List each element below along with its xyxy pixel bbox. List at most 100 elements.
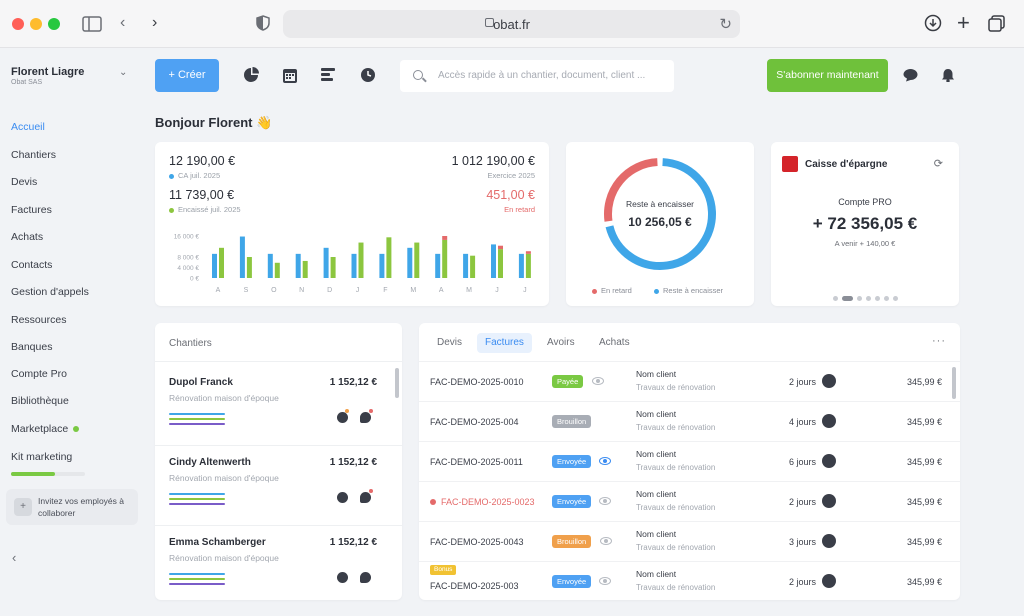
address-bar[interactable]: obat.fr ↻ (283, 10, 740, 38)
maximize-window-button[interactable] (48, 18, 60, 30)
premium-badge: Bonus (430, 565, 457, 575)
status-badge: Brouillon (552, 535, 592, 548)
invite-employees-button[interactable]: + Invitez vos employés à collaborer (6, 489, 138, 525)
tab-achats[interactable]: Achats (591, 333, 638, 353)
chantier-item[interactable]: Cindy Altenwerth 1 152,12 € Rénovation m… (155, 445, 401, 525)
new-tab-icon[interactable]: + (957, 10, 970, 36)
sidebar-item-ressources[interactable]: Ressources (11, 314, 66, 326)
carousel-pager[interactable] (771, 290, 959, 308)
tab-factures[interactable]: Factures (477, 333, 532, 353)
comment-icon[interactable] (360, 492, 371, 503)
pager-dot[interactable] (892, 296, 898, 302)
more-options-icon[interactable]: ··· (932, 335, 946, 347)
divider (155, 361, 402, 362)
invoice-number: FAC-DEMO-2025-0010 (430, 377, 524, 387)
table-row[interactable]: FAC-DEMO-2025-004 Brouillon Nom client T… (419, 401, 960, 441)
eye-icon[interactable] (600, 537, 612, 545)
sidebar-item-devis[interactable]: Devis (11, 176, 37, 188)
sidebar-item-marketplace[interactable]: Marketplace (11, 423, 80, 435)
bell-icon[interactable] (941, 68, 956, 82)
sidebar-toggle-icon[interactable] (82, 16, 102, 32)
client-name: Nom client (636, 449, 677, 459)
pager-dot[interactable] (856, 296, 862, 302)
sidebar-item-compte-pro[interactable]: Compte Pro (11, 368, 67, 380)
bank-card[interactable]: Caisse d'épargne ⟳ Compte PRO + 72 356,0… (771, 142, 959, 306)
eye-icon[interactable] (599, 577, 611, 585)
clock-icon[interactable] (360, 67, 376, 83)
sidebar-item-contacts[interactable]: Contacts (11, 259, 52, 271)
sidebar: Florent Liagre Obat SAS ⌄ Accueil Chanti… (0, 48, 148, 616)
download-icon[interactable] (924, 14, 942, 32)
minimize-window-button[interactable] (30, 18, 42, 30)
subscribe-button[interactable]: S'abonner maintenant (767, 59, 888, 92)
late-indicator (430, 499, 436, 505)
create-button[interactable]: + Créer (155, 59, 219, 92)
calendar-icon[interactable] (283, 67, 299, 83)
eye-icon[interactable] (592, 377, 604, 385)
close-window-button[interactable] (12, 18, 24, 30)
sidebar-item-banques[interactable]: Banques (11, 341, 52, 353)
clock-icon[interactable] (337, 572, 348, 583)
table-row[interactable]: Bonus FAC-DEMO-2025-003 Envoyée Nom clie… (419, 561, 960, 600)
pager-dot[interactable] (832, 296, 838, 302)
sidebar-item-gestion-appels[interactable]: Gestion d'appels (11, 286, 89, 298)
user-name[interactable]: Florent Liagre (11, 66, 84, 78)
account-name: Compte PRO (838, 197, 892, 207)
clock-icon[interactable] (337, 412, 348, 423)
tabs-overview-icon[interactable] (988, 15, 1006, 33)
bar-ca (379, 253, 385, 278)
forward-icon[interactable]: › (152, 14, 157, 32)
documents-scrollbar[interactable] (952, 367, 956, 399)
clock-icon[interactable] (337, 492, 348, 503)
avatar (822, 454, 836, 468)
avatar (822, 414, 836, 428)
chantier-name: Emma Schamberger (169, 537, 266, 548)
search-input[interactable]: Accès rapide à un chantier, document, cl… (438, 70, 645, 81)
invoice-number: FAC-DEMO-2025-0011 (430, 457, 523, 467)
bar-ca (267, 253, 273, 278)
pie-chart-icon[interactable] (243, 67, 259, 83)
y-tick-label: 4 000 € (177, 265, 199, 272)
status-badge: Payée (552, 375, 584, 388)
bar-encaisse (414, 242, 420, 278)
pager-dot[interactable] (874, 296, 880, 302)
work-description: Travaux de rénovation (636, 423, 716, 432)
chantiers-scrollbar[interactable] (395, 368, 399, 398)
work-description: Travaux de rénovation (636, 543, 716, 552)
sidebar-item-kit-marketing[interactable]: Kit marketing (11, 451, 72, 463)
table-row[interactable]: FAC-DEMO-2025-0043 Brouillon Nom client … (419, 521, 960, 561)
invoice-number: FAC-DEMO-2025-003 (430, 581, 519, 591)
sidebar-item-factures[interactable]: Factures (11, 204, 52, 216)
tab-avoirs[interactable]: Avoirs (539, 333, 583, 353)
reload-icon[interactable]: ↻ (719, 15, 732, 33)
eye-icon[interactable] (599, 497, 611, 505)
comment-icon[interactable] (360, 572, 371, 583)
sidebar-item-achats[interactable]: Achats (11, 231, 43, 243)
table-row[interactable]: FAC-DEMO-2025-0011 Envoyée Nom client Tr… (419, 441, 960, 481)
chantier-amount: 1 152,12 € (329, 457, 377, 468)
sync-icon[interactable]: ⟳ (934, 157, 943, 170)
table-row[interactable]: FAC-DEMO-2025-0023 Envoyée Nom client Tr… (419, 481, 960, 521)
chat-icon[interactable] (903, 68, 918, 82)
search-bar[interactable]: Accès rapide à un chantier, document, cl… (400, 60, 674, 92)
sidebar-item-accueil[interactable]: Accueil (11, 121, 45, 133)
tab-devis[interactable]: Devis (429, 333, 470, 353)
chevron-down-icon[interactable]: ⌄ (119, 67, 127, 78)
collapse-sidebar-icon[interactable]: ‹ (12, 550, 16, 565)
shield-icon[interactable] (256, 15, 270, 31)
sidebar-item-chantiers[interactable]: Chantiers (11, 149, 56, 161)
invoice-amount: 345,99 € (906, 537, 942, 547)
comment-icon[interactable] (360, 412, 371, 423)
table-row[interactable]: FAC-DEMO-2025-0010 Payée Nom client Trav… (419, 361, 960, 401)
bar-encaisse (246, 257, 252, 278)
pager-dot[interactable] (865, 296, 871, 302)
chantier-item[interactable]: Dupol Franck 1 152,12 € Rénovation maiso… (155, 365, 401, 445)
pager-dot[interactable] (883, 296, 889, 302)
progress-lines (169, 493, 225, 508)
sidebar-item-bibliotheque[interactable]: Bibliothèque (11, 395, 69, 407)
chantier-item[interactable]: Emma Schamberger 1 152,12 € Rénovation m… (155, 525, 401, 600)
list-icon[interactable] (321, 67, 337, 83)
pager-dot[interactable] (841, 296, 853, 302)
eye-icon[interactable] (599, 457, 611, 465)
back-icon[interactable]: ‹ (120, 14, 125, 32)
